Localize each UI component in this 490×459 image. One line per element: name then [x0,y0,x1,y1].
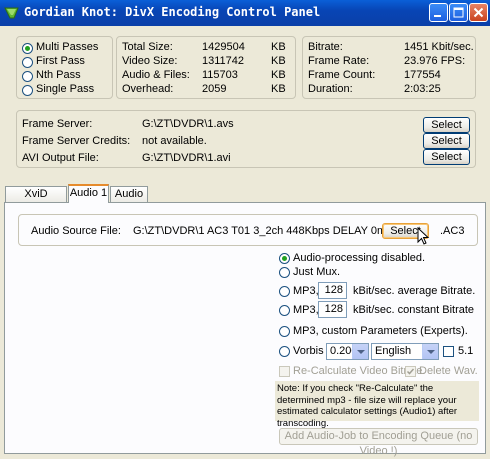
tab-xvid[interactable]: XviD [5,186,67,202]
audio-source-path: G:\ZT\DVDR\1 AC3 T01 3_2ch 448Kbps DELAY… [133,225,413,237]
avi-output-label: AVI Output File: [22,152,99,164]
radio-mp3-average[interactable] [279,286,290,297]
avi-output-select-button[interactable]: Select [423,149,470,165]
radio-nth-pass[interactable] [22,71,33,82]
delete-wav-checkbox[interactable] [405,366,416,377]
vorbis-51-label: 5.1 [458,345,474,357]
mp3-constant-bitrate-input[interactable]: 128 [318,301,347,318]
video-size-value: 1311742 [202,55,245,67]
radio-label: Single Pass [36,83,95,95]
bitrate-label: Bitrate: [308,41,343,53]
radio-label: First Pass [36,55,85,67]
vorbis-51-checkbox[interactable] [443,346,454,357]
bitrate-value: 1451 Kbit/sec. [404,41,474,53]
total-size-value: 1429504 [202,41,245,53]
frame-count-label: Frame Count: [308,69,376,81]
vorbis-quality-select[interactable]: 0.200 [326,343,369,360]
tab-audio-1[interactable]: Audio 1 [68,184,109,203]
mouse-cursor-icon [417,227,430,245]
minimize-icon [434,15,441,17]
checkmark-icon [406,368,415,375]
maximize-button[interactable] [449,3,468,22]
radio-audio-disabled[interactable] [279,253,290,264]
frame-rate-label: Frame Rate: [308,55,370,67]
mp3-average-prefix: MP3, [293,285,319,297]
delete-wav-label: Delete Wav. [419,365,478,377]
avi-output-path: G:\ZT\DVDR\1.avi [142,152,231,164]
radio-vorbis[interactable] [279,346,290,357]
video-size-label: Video Size: [122,55,178,67]
audio-files-label: Audio & Files: [122,69,190,81]
mp3-constant-prefix: MP3, [293,304,319,316]
audio-source-group: Audio Source File: G:\ZT\DVDR\1 AC3 T01 … [18,214,478,246]
close-icon [473,7,484,18]
maximize-icon [453,7,464,18]
radio-mp3-custom[interactable] [279,326,290,337]
duration-value: 2:03:25 [404,83,441,95]
stats-info-group: Bitrate: 1451 Kbit/sec. Frame Rate: 23.9… [302,36,476,99]
radio-mp3-constant[interactable] [279,305,290,316]
tab-audio-2[interactable]: Audio 2 [110,186,148,215]
files-group: Frame Server: G:\ZT\DVDR\1.avs Select Fr… [16,110,476,168]
radio-label: Nth Pass [36,69,81,81]
window-title: Gordian Knot: DivX Encoding Control Pane… [24,5,321,19]
frame-server-label: Frame Server: [22,118,93,130]
audio-files-value: 115703 [202,69,238,81]
frame-server-credits-value: not available. [142,135,207,147]
radio-multi-passes[interactable] [22,43,33,54]
pass-mode-group: Multi Passes First Pass Nth Pass Single … [16,36,113,99]
chevron-down-icon[interactable] [352,344,368,359]
mp3-custom-label: MP3, custom Parameters (Experts). [293,325,468,337]
total-size-label: Total Size: [122,41,173,53]
overhead-value: 2059 [202,83,227,95]
size-unit: KB [271,41,286,53]
vorbis-language-value: English [375,345,412,357]
just-mux-label: Just Mux. [293,266,341,278]
mp3-average-bitrate-input[interactable]: 128 [318,282,347,299]
minimize-button[interactable] [429,3,448,22]
knot-app-icon [4,7,19,19]
audio-disabled-label: Audio-processing disabled. [293,252,426,264]
recalc-video-bitrate-checkbox[interactable] [279,366,290,377]
radio-first-pass[interactable] [22,57,33,68]
audio-source-label: Audio Source File: [31,225,121,237]
close-button[interactable] [469,3,488,22]
frame-rate-value: 23.976 FPS: [404,55,466,67]
size-info-group: Total Size: 1429504 KB Video Size: 13117… [116,36,296,99]
title-bar[interactable]: Gordian Knot: DivX Encoding Control Pane… [0,0,490,26]
chevron-down-icon[interactable] [422,344,438,359]
frame-server-select-button[interactable]: Select [423,117,470,133]
mp3-average-suffix: kBit/sec. average Bitrate. [353,285,476,297]
radio-just-mux[interactable] [279,267,290,278]
size-unit: KB [271,69,286,81]
vorbis-language-select[interactable]: English [371,343,439,360]
radio-label: Multi Passes [36,41,99,53]
size-unit: KB [271,55,286,67]
recalc-note: Note: If you check "Re-Calculate" the de… [275,381,479,429]
overhead-label: Overhead: [122,83,174,95]
frame-count-value: 177554 [404,69,441,81]
frame-server-credits-label: Frame Server Credits: [22,135,131,147]
vorbis-label: Vorbis [293,345,324,357]
credits-select-button[interactable]: Select [423,133,470,149]
size-unit: KB [271,83,286,95]
mp3-constant-suffix: kBit/sec. constant Bitrate [353,304,475,316]
radio-single-pass[interactable] [22,85,33,96]
frame-server-path: G:\ZT\DVDR\1.avs [142,118,234,130]
add-audio-job-button[interactable]: Add Audio-Job to Encoding Queue (no Vide… [279,428,478,457]
duration-label: Duration: [308,83,353,95]
audio-format-label: .AC3 [440,225,465,237]
